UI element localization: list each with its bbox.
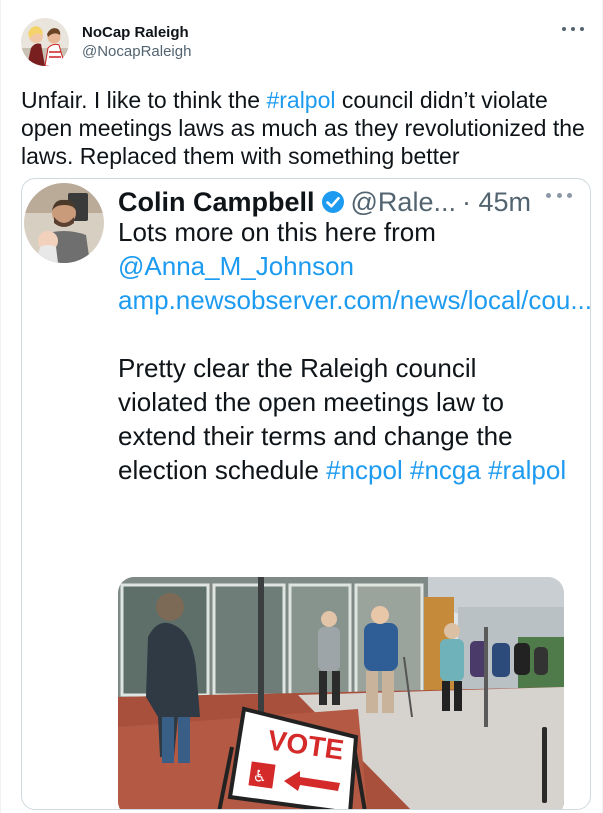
tweet-text: Unfair. I like to think the #ralpol coun…	[21, 86, 591, 170]
quoted-url: amp.newsobserver.com/news/local/cou...	[118, 285, 591, 315]
quoted-text: Lots more on this here from @Anna_M_John…	[118, 215, 591, 487]
quoted-line: Lots more on this here from	[118, 217, 436, 247]
quoted-author-handle: @Rale...	[350, 186, 456, 217]
quoted-more-icon	[546, 191, 572, 199]
more-horizontal-icon[interactable]	[562, 22, 584, 36]
quoted-tweet-screenshot[interactable]: Colin Campbell @Rale... · 45m Lots more …	[21, 178, 591, 810]
quoted-hashtag: #ncpol	[326, 455, 403, 485]
author-name[interactable]: NoCap Raleigh	[82, 23, 191, 42]
author-names: NoCap Raleigh @NocapRaleigh	[82, 23, 191, 61]
tweet-text-part: Unfair. I like to think the	[21, 87, 267, 113]
tweet-header: NoCap Raleigh @NocapRaleigh	[21, 18, 191, 66]
author-handle[interactable]: @NocapRaleigh	[82, 42, 191, 61]
tweet: NoCap Raleigh @NocapRaleigh Unfair. I li…	[0, 0, 603, 813]
avatar[interactable]	[21, 18, 69, 66]
hashtag-link[interactable]: #ralpol	[266, 87, 335, 113]
quoted-time: · 45m	[461, 186, 531, 217]
verified-badge-icon	[321, 190, 345, 214]
voting-line-photo: VOTE ♿	[118, 577, 564, 809]
svg-text:♿: ♿	[252, 766, 269, 787]
quoted-mention: @Anna_M_Johnson	[118, 251, 354, 281]
quoted-avatar	[24, 183, 104, 263]
quoted-hashtag: #ralpol	[488, 455, 567, 485]
quoted-header: Colin Campbell @Rale... · 45m	[118, 185, 531, 219]
quoted-hashtag: #ncga	[410, 455, 481, 485]
quoted-paragraph: Pretty clear the Raleigh council violate…	[118, 351, 568, 487]
quoted-author-name: Colin Campbell	[118, 186, 315, 217]
